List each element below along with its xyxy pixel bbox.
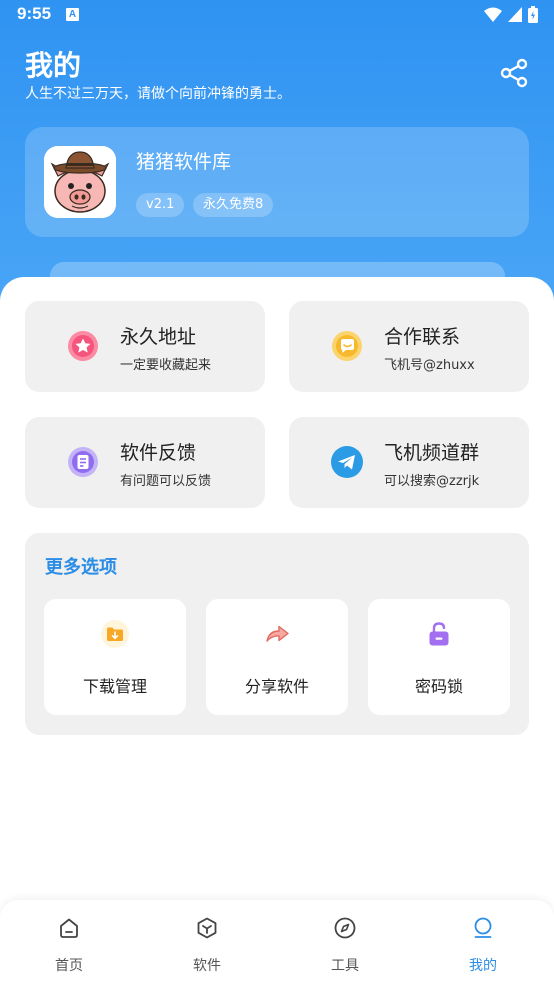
option-share-software[interactable]: 分享软件	[206, 599, 348, 715]
share-button[interactable]	[498, 57, 530, 89]
tab-tools[interactable]: 工具	[276, 900, 414, 984]
tile-permanent-address[interactable]: 永久地址 一定要收藏起来	[25, 301, 265, 392]
app-info-card[interactable]: 猪猪软件库 v2.1 永久免费8	[25, 127, 529, 237]
option-label: 分享软件	[244, 677, 309, 696]
page-subtitle: 人生不过三万天，请做个向前冲锋的勇士。	[25, 86, 291, 102]
tab-label: 工具	[331, 958, 359, 974]
option-label: 密码锁	[414, 677, 463, 696]
option-download-manager[interactable]: 下载管理	[44, 599, 186, 715]
tile-subtitle: 有问题可以反馈	[120, 474, 212, 489]
box-icon	[197, 917, 217, 939]
tab-label: 首页	[55, 958, 83, 974]
app-name: 猪猪软件库	[136, 151, 232, 173]
compass-icon	[334, 917, 356, 939]
tile-subtitle: 飞机号@zhuxx	[384, 358, 475, 373]
tile-subtitle: 一定要收藏起来	[120, 358, 212, 373]
version-badge: v2.1	[136, 193, 185, 217]
tile-software-feedback[interactable]: 软件反馈 有问题可以反馈	[25, 417, 265, 508]
bottom-tab-bar: 首页 软件 工具 我的	[0, 900, 554, 984]
pig-cowboy-logo-icon	[44, 146, 116, 218]
tab-home[interactable]: 首页	[0, 900, 138, 984]
tile-subtitle: 可以搜索@zzrjk	[384, 474, 480, 489]
feedback-icon	[68, 447, 98, 477]
wifi-icon	[484, 7, 502, 22]
star-icon	[68, 331, 98, 361]
tile-title: 合作联系	[384, 326, 461, 348]
signal-icon	[508, 7, 522, 22]
tab-software[interactable]: 软件	[138, 900, 276, 984]
tab-label: 我的	[469, 958, 497, 974]
tile-title: 飞机频道群	[384, 442, 480, 464]
free-badge: 永久免费8	[193, 193, 274, 217]
option-password-lock[interactable]: 密码锁	[368, 599, 510, 715]
chat-bubble-icon	[332, 331, 362, 361]
status-right-icons	[484, 6, 538, 23]
more-options-panel: 更多选项 下载管理 分享软件 密码锁	[25, 533, 529, 735]
status-time: 9:55	[17, 4, 52, 23]
telegram-icon	[331, 446, 363, 478]
tile-cooperation-contact[interactable]: 合作联系 飞机号@zhuxx	[289, 301, 529, 392]
tile-telegram-channel[interactable]: 飞机频道群 可以搜索@zzrjk	[289, 417, 529, 508]
notification-icon: A	[66, 8, 79, 21]
share-icon	[500, 58, 528, 88]
share-arrow-icon	[266, 625, 289, 642]
option-label: 下载管理	[82, 677, 147, 696]
page-title: 我的	[25, 49, 82, 82]
tile-title: 永久地址	[120, 326, 197, 348]
tab-mine[interactable]: 我的	[414, 900, 552, 984]
tab-label: 软件	[193, 958, 221, 974]
profile-icon	[474, 917, 492, 938]
app-logo	[44, 146, 116, 218]
battery-icon	[528, 6, 538, 23]
status-bar: 9:55 A	[0, 0, 554, 30]
tile-title: 软件反馈	[120, 442, 197, 464]
more-options-title: 更多选项	[45, 557, 117, 578]
download-folder-icon	[101, 620, 129, 648]
home-icon	[60, 918, 78, 938]
lock-icon	[429, 622, 449, 646]
